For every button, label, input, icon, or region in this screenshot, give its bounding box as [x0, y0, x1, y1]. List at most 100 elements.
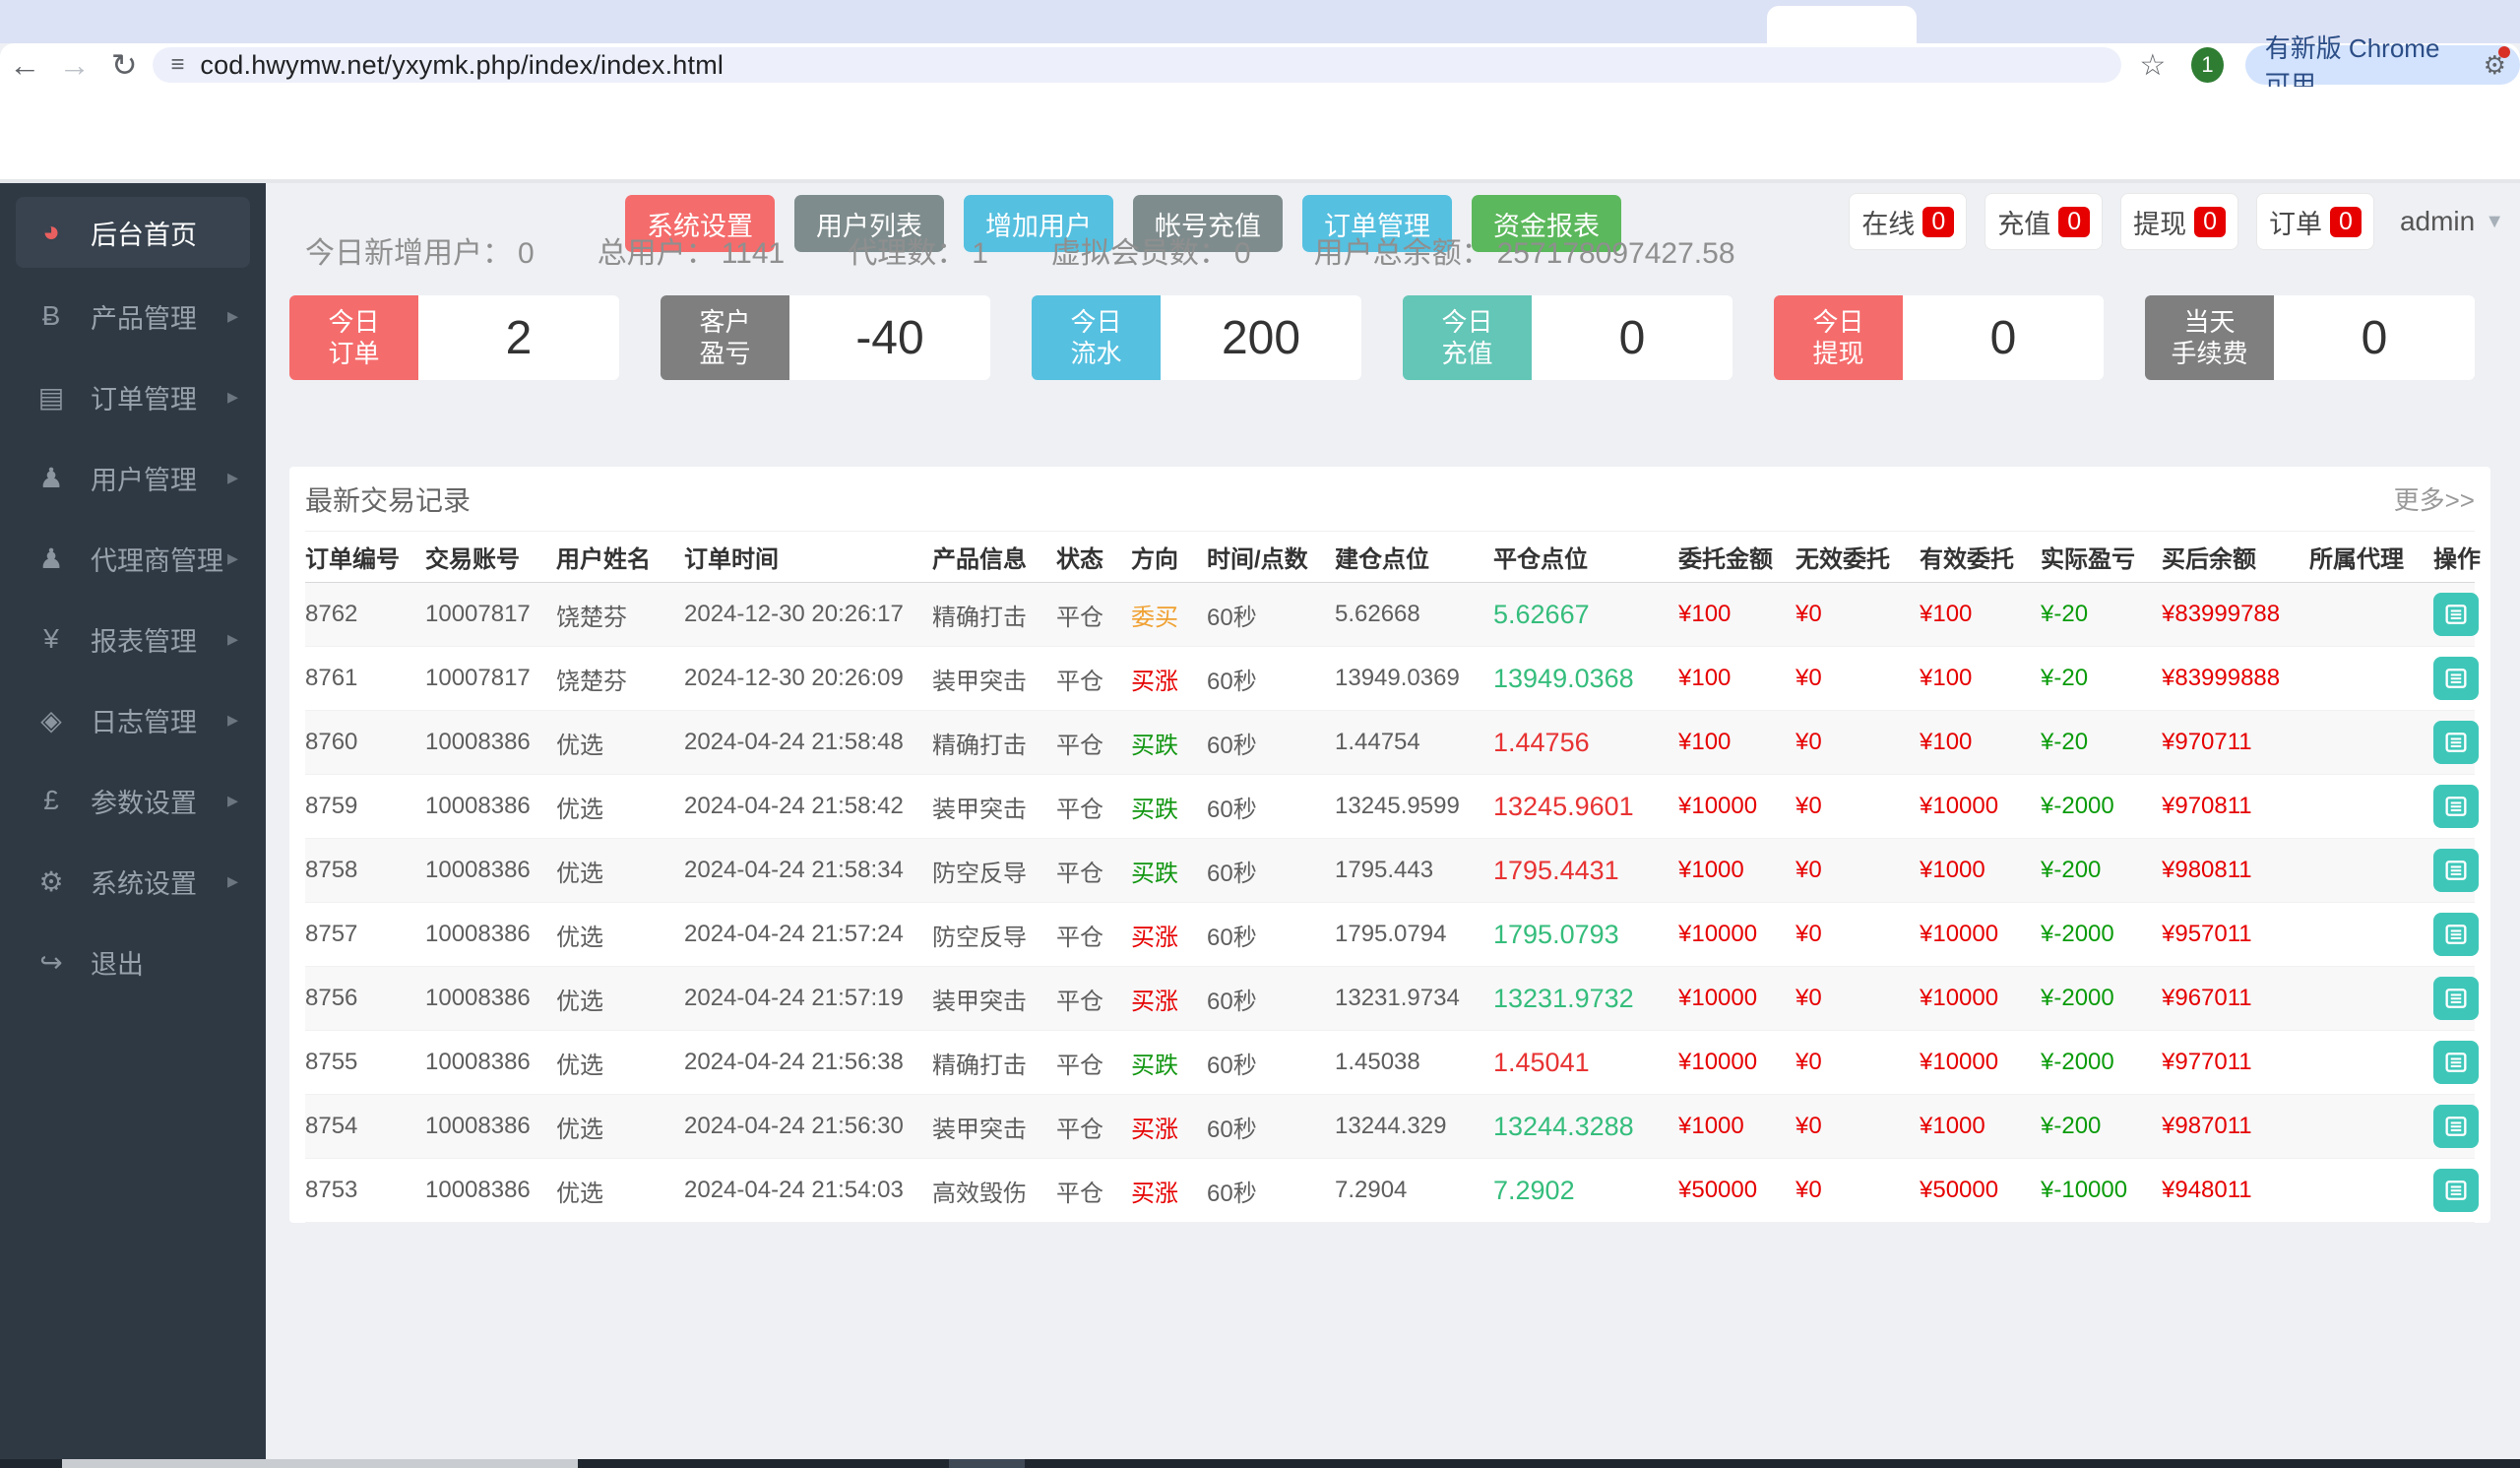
order-detail-button[interactable]: [2433, 1105, 2479, 1148]
cell-balance-after: ¥957011: [2162, 921, 2252, 947]
cell-account: 10008386: [425, 1177, 531, 1203]
horizontal-scrollbar-thumb[interactable]: [62, 1459, 578, 1468]
cell-order-amount: ¥100: [1678, 601, 1732, 627]
logs-tag-icon: ◈: [40, 704, 62, 735]
table-column-header: 无效委托: [1796, 546, 1890, 573]
order-detail-button[interactable]: [2433, 721, 2479, 764]
cell-open-price: 1.45038: [1335, 1049, 1420, 1075]
cell-order-amount: ¥50000: [1678, 1177, 1758, 1203]
cell-direction: 买跌: [1131, 1052, 1178, 1079]
summary-stat-value: 257178097427.58: [1496, 237, 1735, 270]
reload-icon[interactable]: ↻: [99, 46, 149, 84]
forward-icon[interactable]: →: [49, 47, 98, 84]
kpi-card: 今日 订单 2: [289, 295, 619, 380]
bookmark-star-icon[interactable]: ☆: [2139, 48, 2166, 83]
taskbar-segment: [949, 1459, 1025, 1468]
cell-order-time: 2024-12-30 20:26:09: [684, 665, 904, 691]
cell-duration: 60秒: [1207, 1052, 1257, 1079]
summary-stat: 代理数： 1: [848, 228, 988, 272]
table-column-header: 产品信息: [932, 546, 1027, 573]
sidebar-item[interactable]: ⚙ 系统设置 ▸: [0, 841, 266, 922]
order-detail-button[interactable]: [2433, 913, 2479, 956]
detail-list-icon: [2445, 605, 2467, 624]
browser-tab-strip: [0, 0, 2520, 43]
cell-duration: 60秒: [1207, 1180, 1257, 1207]
detail-list-icon: [2445, 861, 2467, 880]
cell-order-amount: ¥100: [1678, 665, 1732, 691]
cell-duration: 60秒: [1207, 924, 1257, 951]
sidebar-item[interactable]: ↪ 退出 ▸: [0, 922, 266, 1002]
cell-close-price: 1.44756: [1493, 727, 1590, 757]
chrome-update-button[interactable]: 有新版 Chrome 可用 ⚙: [2244, 33, 2520, 99]
cell-balance-after: ¥83999788: [2162, 601, 2281, 627]
cell-duration: 60秒: [1207, 668, 1257, 695]
order-detail-button[interactable]: [2433, 785, 2479, 828]
table-column-header: 买后余额: [2162, 546, 2256, 573]
cell-status: 平仓: [1056, 604, 1103, 631]
update-gear-icon: ⚙: [2484, 45, 2510, 81]
dashboard-icon: ◕: [41, 216, 61, 248]
cell-order-time: 2024-04-24 21:58:34: [684, 857, 904, 883]
sidebar-item[interactable]: Ƀ 产品管理 ▸: [0, 276, 266, 356]
cell-username: 优选: [556, 860, 603, 887]
cell-open-price: 13244.329: [1335, 1113, 1447, 1139]
cell-status: 平仓: [1056, 1116, 1103, 1143]
pound-params-icon: £: [43, 785, 59, 815]
summary-stat-value: 1: [972, 237, 988, 270]
cell-account: 10008386: [425, 1113, 531, 1139]
order-detail-button[interactable]: [2433, 1041, 2479, 1084]
cell-order-amount: ¥1000: [1678, 1113, 1744, 1139]
sidebar-item-label: 订单管理: [91, 384, 197, 415]
kpi-card-label: 今日 订单: [289, 295, 418, 380]
bitcoin-icon: Ƀ: [41, 300, 61, 331]
cell-order-id: 8757: [305, 921, 358, 947]
table-column-header: 订单时间: [684, 546, 779, 573]
profile-avatar[interactable]: 1: [2191, 47, 2224, 83]
sidebar-item[interactable]: ♟ 代理商管理 ▸: [0, 518, 266, 599]
sidebar-item[interactable]: ◕ 后台首页 ▸: [16, 197, 250, 268]
kpi-card-value: -40: [855, 311, 924, 364]
sidebar-item-label: 系统设置: [91, 868, 197, 899]
cell-open-price: 1.44754: [1335, 729, 1420, 755]
sidebar-item[interactable]: ◈ 日志管理 ▸: [0, 679, 266, 760]
table-column-header: 方向: [1131, 546, 1178, 573]
sidebar-item[interactable]: ♟ 用户管理 ▸: [0, 437, 266, 518]
browser-active-tab[interactable]: [1767, 6, 1917, 43]
order-detail-button[interactable]: [2433, 593, 2479, 636]
cell-open-price: 1795.0794: [1335, 921, 1447, 947]
order-detail-button[interactable]: [2433, 977, 2479, 1020]
cell-product: 装甲突击: [932, 1116, 1027, 1143]
summary-stat: 总用户： 1141: [598, 228, 786, 272]
detail-list-icon: [2445, 669, 2467, 688]
cell-valid-amount: ¥1000: [1920, 857, 1985, 883]
order-detail-button[interactable]: [2433, 657, 2479, 700]
more-link[interactable]: 更多>>: [2394, 480, 2475, 517]
order-detail-button[interactable]: [2433, 1169, 2479, 1212]
cell-order-time: 2024-04-24 21:58:48: [684, 729, 904, 755]
cell-close-price: 13231.9732: [1493, 983, 1634, 1013]
site-settings-icon[interactable]: ≡: [170, 51, 184, 79]
sidebar-item[interactable]: £ 参数设置 ▸: [0, 760, 266, 841]
cell-username: 优选: [556, 732, 603, 759]
sidebar-item[interactable]: ¥ 报表管理 ▸: [0, 599, 266, 679]
back-icon[interactable]: ←: [0, 47, 49, 84]
kpi-card-label: 客户 盈亏: [661, 295, 789, 380]
sidebar-item-label: 日志管理: [91, 707, 197, 737]
cell-direction: 买涨: [1131, 988, 1178, 1015]
sidebar-item-label: 代理商管理: [91, 545, 223, 576]
cell-status: 平仓: [1056, 860, 1103, 887]
cell-order-id: 8762: [305, 601, 358, 627]
order-detail-button[interactable]: [2433, 849, 2479, 892]
address-bar[interactable]: ≡ cod.hwymw.net/yxymk.php/index/index.ht…: [153, 47, 2122, 83]
cell-direction: 买跌: [1131, 860, 1178, 887]
kpi-card-value: 200: [1221, 311, 1301, 364]
chevron-right-icon: ▸: [226, 626, 238, 651]
sidebar-item[interactable]: ▤ 订单管理 ▸: [0, 356, 266, 437]
update-alert-dot: [2497, 45, 2510, 58]
cell-order-id: 8755: [305, 1049, 358, 1075]
cell-order-amount: ¥10000: [1678, 793, 1758, 819]
cell-direction: 买涨: [1131, 1116, 1178, 1143]
cell-product: 防空反导: [932, 860, 1027, 887]
cell-invalid-amount: ¥0: [1796, 1113, 1822, 1139]
summary-stat-label: 虚拟会员数：: [1050, 237, 1228, 270]
